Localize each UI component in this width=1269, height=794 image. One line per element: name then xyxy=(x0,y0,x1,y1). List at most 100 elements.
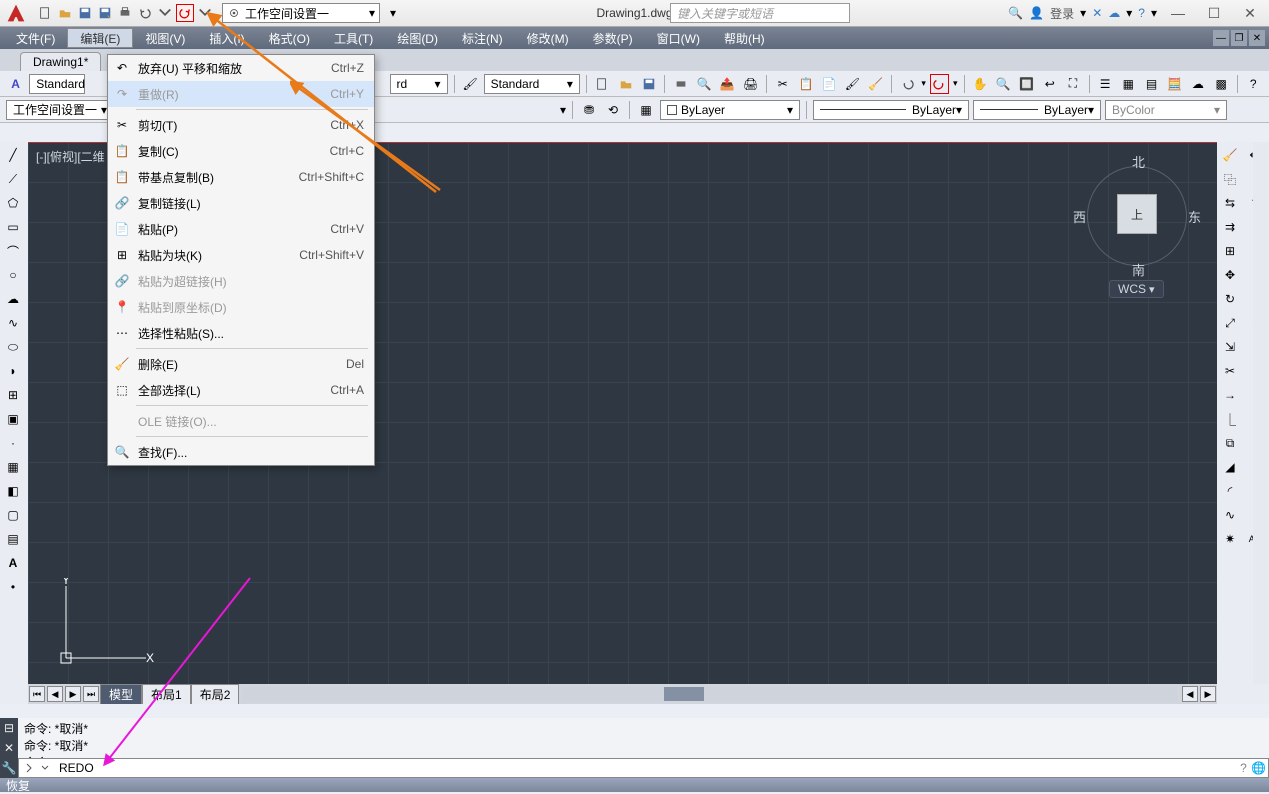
menu-view[interactable]: 视图(V) xyxy=(133,28,197,48)
chamfer-icon[interactable]: ◢ xyxy=(1219,456,1241,478)
viewcube-south[interactable]: 南 xyxy=(1132,260,1145,279)
context-menu-item[interactable]: 📋带基点复制(B)Ctrl+Shift+C xyxy=(108,164,374,190)
zoom-extents-icon[interactable]: ⛶ xyxy=(1063,74,1082,94)
text-style-combo[interactable]: Standard xyxy=(29,74,85,94)
new-file-icon[interactable] xyxy=(593,74,612,94)
tab-next-icon[interactable]: ▶ xyxy=(65,686,81,702)
help-icon[interactable]: ? xyxy=(1138,6,1145,20)
layout-tab-1[interactable]: 布局1 xyxy=(142,684,191,705)
blend-icon[interactable]: ∿ xyxy=(1219,504,1241,526)
point-icon[interactable]: · xyxy=(2,432,24,454)
match-icon[interactable]: 🖌 xyxy=(843,74,862,94)
rectangle-icon[interactable]: ▭ xyxy=(2,216,24,238)
redo-icon[interactable] xyxy=(176,4,194,22)
region-icon[interactable]: ▢ xyxy=(2,504,24,526)
circle-icon[interactable]: ○ xyxy=(2,264,24,286)
line-icon[interactable]: ╱ xyxy=(2,144,24,166)
zoom-icon[interactable]: 🔍 xyxy=(994,74,1013,94)
properties-icon[interactable]: ☰ xyxy=(1096,74,1115,94)
make-block-icon[interactable]: ▣ xyxy=(2,408,24,430)
vertical-scrollbar[interactable] xyxy=(1253,142,1269,684)
tab-last-icon[interactable]: ⏭ xyxy=(83,686,99,702)
cut-icon[interactable]: ✂ xyxy=(773,74,792,94)
layer-states-icon[interactable]: ⛃ xyxy=(579,100,599,120)
qat-dropdown-icon[interactable]: ▾ xyxy=(384,4,402,22)
array-icon[interactable]: ⊞ xyxy=(1219,240,1241,262)
menu-insert[interactable]: 插入(I) xyxy=(197,28,256,48)
menu-modify[interactable]: 修改(M) xyxy=(515,28,581,48)
cmd-options-icon[interactable]: 🔧 xyxy=(0,758,18,778)
paste-icon[interactable]: 📄 xyxy=(820,74,839,94)
cmd-close-icon[interactable]: ⊟ xyxy=(0,718,18,738)
workspace-combo2[interactable]: 工作空间设置一▾ xyxy=(6,100,114,120)
redo-dropdown-icon[interactable] xyxy=(196,4,214,22)
scale-icon[interactable]: ⤢ xyxy=(1219,312,1241,334)
horizontal-scrollbar[interactable] xyxy=(243,687,1177,701)
calc-icon[interactable]: 🧮 xyxy=(1165,74,1184,94)
hatch-icon[interactable]: ▦ xyxy=(2,456,24,478)
fillet-icon[interactable]: ◜ xyxy=(1219,480,1241,502)
trim-icon[interactable]: ✂ xyxy=(1219,360,1241,382)
ellipse-icon[interactable]: ⬭ xyxy=(2,336,24,358)
app-logo[interactable] xyxy=(0,0,32,27)
menu-file[interactable]: 文件(F) xyxy=(4,28,67,48)
cmd-dropdown-icon[interactable] xyxy=(41,764,49,772)
login-dropdown-icon[interactable]: ▾ xyxy=(1080,6,1086,20)
saveas-icon[interactable] xyxy=(96,4,114,22)
command-line[interactable]: ? 🌐 xyxy=(18,758,1269,778)
save-file-icon[interactable] xyxy=(639,74,658,94)
tab-prev-icon[interactable]: ◀ xyxy=(47,686,63,702)
exchange-icon[interactable]: ✕ xyxy=(1092,6,1102,20)
move-icon[interactable]: ✥ xyxy=(1219,264,1241,286)
undo2-icon[interactable] xyxy=(898,74,917,94)
brush-icon[interactable]: 🖌 xyxy=(460,74,479,94)
viewcube[interactable]: 北 西 东 南 上 WCS ▾ xyxy=(1077,152,1197,292)
cmd-hide-icon[interactable]: ✕ xyxy=(0,738,18,758)
menu-param[interactable]: 参数(P) xyxy=(581,28,645,48)
sheet-icon[interactable]: ▦ xyxy=(1119,74,1138,94)
menu-help[interactable]: 帮助(H) xyxy=(712,28,777,48)
maximize-button[interactable]: ☐ xyxy=(1199,3,1229,23)
help-dropdown-icon[interactable]: ▾ xyxy=(1151,6,1157,20)
linetype-combo[interactable]: ByLayer▾ xyxy=(813,100,969,120)
context-menu-item[interactable]: ⬚全部选择(L)Ctrl+A xyxy=(108,377,374,403)
zoom-prev-icon[interactable]: ↩ xyxy=(1040,74,1059,94)
minimize-button[interactable]: — xyxy=(1163,3,1193,23)
lineweight-combo[interactable]: ByLayer▾ xyxy=(973,100,1101,120)
copy-icon[interactable]: 📋 xyxy=(796,74,815,94)
scroll-left-icon[interactable]: ◀ xyxy=(1182,686,1198,702)
login-label[interactable]: 登录 xyxy=(1050,5,1074,22)
gradient-icon[interactable]: ◧ xyxy=(2,480,24,502)
text-style-icon[interactable]: A xyxy=(6,74,25,94)
cmd-globe-icon[interactable]: 🌐 xyxy=(1251,761,1266,775)
layer-icon[interactable]: ▦ xyxy=(636,100,656,120)
preview-icon[interactable]: 🔍 xyxy=(695,74,714,94)
tab-first-icon[interactable]: ⏮ xyxy=(29,686,45,702)
save-icon[interactable] xyxy=(76,4,94,22)
viewcube-north[interactable]: 北 xyxy=(1132,152,1145,171)
menu-edit[interactable]: 编辑(E) xyxy=(67,28,133,48)
layout-tab-model[interactable]: 模型 xyxy=(100,684,142,705)
zoom-window-icon[interactable]: 🔲 xyxy=(1017,74,1036,94)
menu-draw[interactable]: 绘图(D) xyxy=(385,28,450,48)
viewport-label[interactable]: [-][俯视][二维 xyxy=(36,148,105,165)
open-icon[interactable] xyxy=(56,4,74,22)
offset-icon[interactable]: ⇉ xyxy=(1219,216,1241,238)
erase-icon[interactable]: 🧹 xyxy=(866,74,885,94)
chevron-down-icon[interactable]: ▾ xyxy=(560,103,566,117)
rotate-icon[interactable]: ↻ xyxy=(1219,288,1241,310)
redo2-icon[interactable] xyxy=(930,74,949,94)
revcloud-icon[interactable]: ☁ xyxy=(2,288,24,310)
mdi-restore-button[interactable]: ❐ xyxy=(1231,30,1247,46)
break-icon[interactable]: ⎿ xyxy=(1219,408,1241,430)
join-icon[interactable]: ⧉ xyxy=(1219,432,1241,454)
mirror-icon[interactable]: ⇆ xyxy=(1219,192,1241,214)
context-menu-item[interactable]: 🔗复制链接(L) xyxy=(108,190,374,216)
document-tab[interactable]: Drawing1* xyxy=(20,52,101,71)
undo-dropdown-icon[interactable] xyxy=(156,4,174,22)
mtext-icon[interactable]: A xyxy=(2,552,24,574)
cmd-help-icon[interactable]: ? xyxy=(1240,761,1247,775)
search-icon[interactable]: 🔍 xyxy=(1008,6,1023,20)
design-center-icon[interactable]: ☁ xyxy=(1188,74,1207,94)
3dprint-icon[interactable]: 🖨 xyxy=(741,74,760,94)
